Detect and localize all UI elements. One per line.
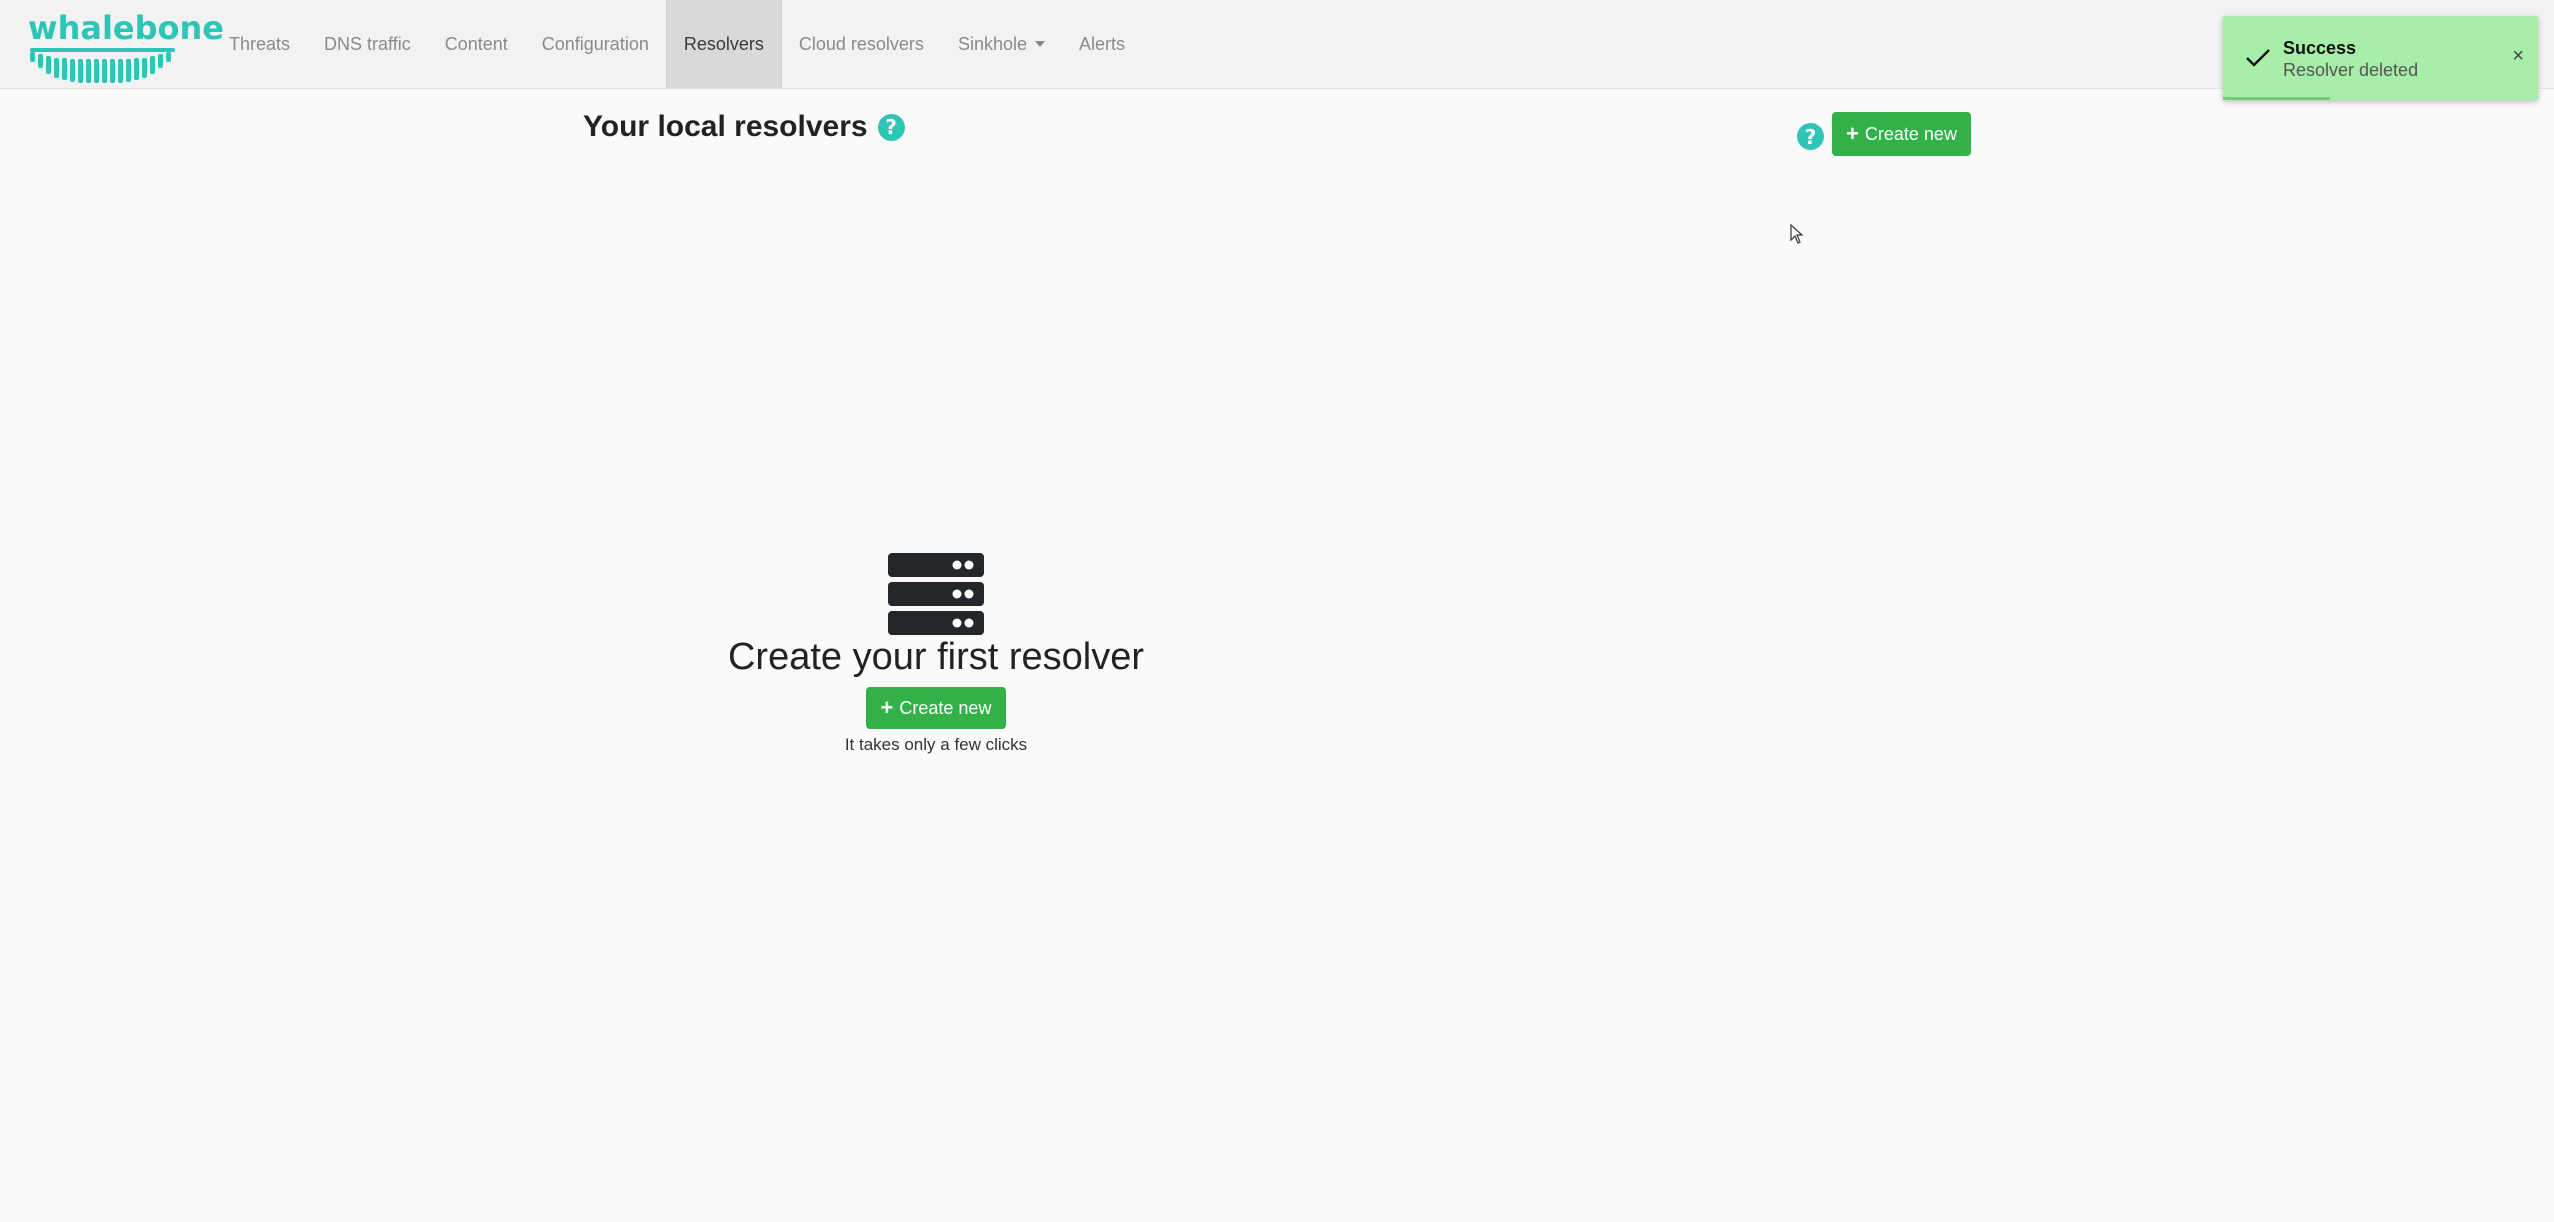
nav-item-sinkhole[interactable]: Sinkhole: [941, 0, 1062, 88]
nav-item-resolvers[interactable]: Resolvers: [665, 0, 782, 88]
nav-item-alerts[interactable]: Alerts: [1062, 0, 1142, 88]
question-circle-icon[interactable]: ?: [877, 113, 905, 141]
empty-state: Create your first resolver + Create new …: [700, 553, 1172, 755]
page-title-text: Your local resolvers: [583, 110, 868, 143]
mouse-cursor-icon: [1790, 224, 1804, 244]
top-navbar: whalebone Threats DNS traffic Content Co…: [0, 0, 2554, 89]
logo-waves-icon: [30, 48, 175, 83]
nav-item-sinkhole-label: Sinkhole: [957, 33, 1027, 54]
whalebone-logo[interactable]: whalebone: [28, 12, 224, 83]
close-icon[interactable]: ×: [2512, 46, 2524, 66]
create-new-label: Create new: [899, 697, 992, 718]
plus-icon: +: [1846, 121, 1859, 146]
create-first-resolver-button[interactable]: + Create new: [866, 687, 1006, 729]
server-icon: [888, 553, 984, 635]
nav-item-dns-traffic[interactable]: DNS traffic: [307, 0, 428, 88]
checkmark-icon: [2246, 49, 2270, 67]
toast-message: Resolver deleted: [2283, 60, 2419, 80]
logo-wordmark: whalebone: [28, 9, 224, 47]
main-nav: Threats DNS traffic Content Configuratio…: [212, 0, 1142, 88]
help-question-icon[interactable]: ?: [1797, 123, 1824, 150]
success-toast: Success Resolver deleted ×: [2223, 16, 2538, 100]
create-new-button[interactable]: + Create new: [1832, 112, 1971, 156]
caret-down-icon: [1034, 41, 1045, 47]
plus-icon: +: [880, 695, 894, 720]
create-new-label: Create new: [1864, 123, 1957, 144]
page-title: Your local resolvers ?: [583, 110, 905, 144]
nav-item-threats[interactable]: Threats: [212, 0, 307, 88]
toast-title: Success: [2283, 38, 2357, 58]
toast-progress-bar: [2223, 97, 2331, 100]
nav-item-cloud-resolvers[interactable]: Cloud resolvers: [782, 0, 941, 88]
nav-item-configuration[interactable]: Configuration: [525, 0, 666, 88]
empty-state-subtitle: It takes only a few clicks: [844, 735, 1028, 754]
empty-state-title: Create your first resolver: [727, 636, 1144, 678]
nav-item-content[interactable]: Content: [428, 0, 525, 88]
